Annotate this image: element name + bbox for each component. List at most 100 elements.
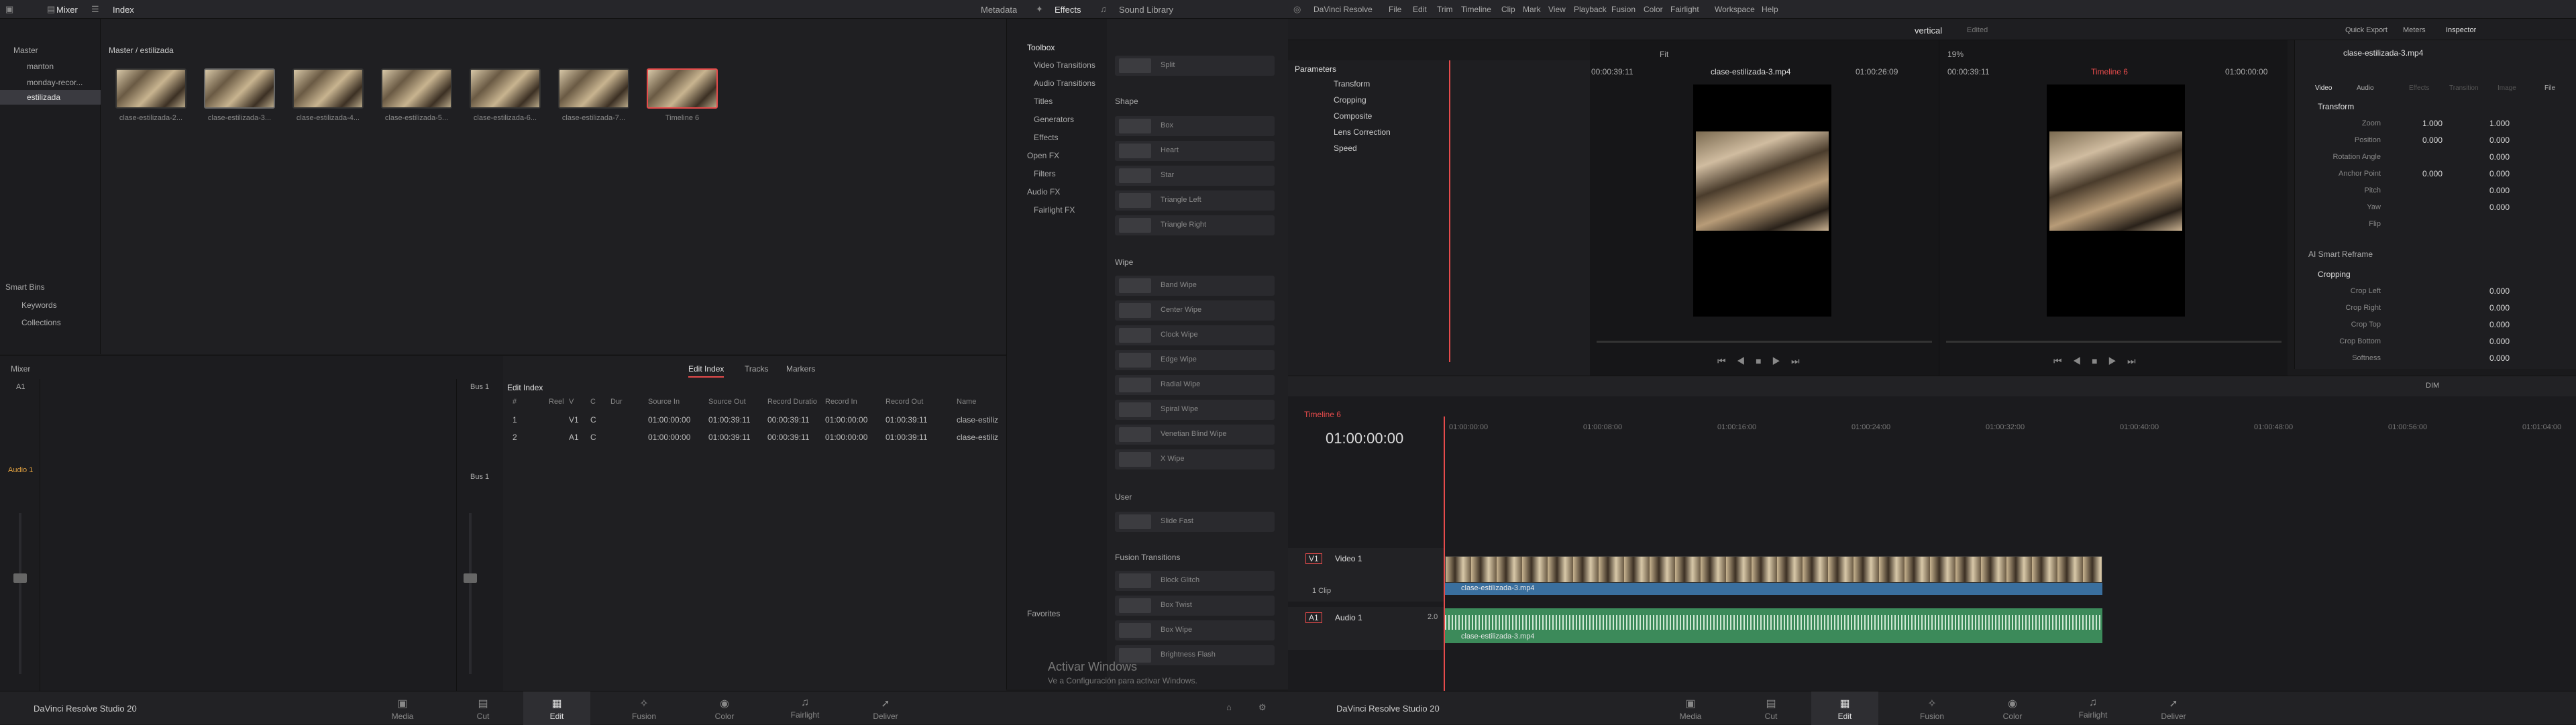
sound-library-icon[interactable]: ♫ bbox=[1100, 4, 1107, 14]
effect-item[interactable]: Box bbox=[1115, 116, 1275, 136]
tab-file[interactable]: File bbox=[2544, 85, 2555, 92]
effect-item[interactable]: Split bbox=[1115, 56, 1275, 76]
page-fairlight[interactable]: ♫ Fairlight bbox=[785, 697, 825, 720]
page-media[interactable]: ▣ Media bbox=[1670, 697, 1711, 721]
sound-library-toggle[interactable]: Sound Library bbox=[1119, 5, 1173, 15]
crop-bottom-value[interactable]: 0.000 bbox=[2469, 337, 2510, 346]
effect-item[interactable]: Edge Wipe bbox=[1115, 350, 1275, 370]
col-header[interactable]: Dur bbox=[610, 398, 623, 406]
tab-image[interactable]: Image bbox=[2498, 85, 2516, 92]
page-edit[interactable]: ▦ Edit bbox=[1811, 691, 1878, 725]
audio-clip[interactable]: clase-estilizada-3.mp4 bbox=[1445, 608, 2102, 643]
anchor-x[interactable]: 0.000 bbox=[2402, 169, 2443, 178]
section-transform[interactable]: Transform bbox=[2318, 102, 2354, 111]
clip-thumbnail[interactable] bbox=[204, 68, 275, 109]
col-header[interactable]: Source In bbox=[648, 398, 680, 406]
page-fairlight[interactable]: ♫ Fairlight bbox=[2073, 697, 2113, 720]
param-speed[interactable]: Speed bbox=[1334, 144, 1357, 153]
effect-item[interactable]: Triangle Left bbox=[1115, 190, 1275, 211]
toolbox-title[interactable]: Toolbox bbox=[1027, 43, 1055, 52]
bin-item[interactable]: monday-recor... bbox=[27, 78, 83, 87]
col-header[interactable]: # bbox=[513, 398, 517, 406]
menu-item[interactable]: Color bbox=[1644, 5, 1663, 14]
softness-value[interactable]: 0.000 bbox=[2469, 353, 2510, 363]
page-deliver[interactable]: ➚ Deliver bbox=[2153, 697, 2194, 721]
toolbox-item[interactable]: Titles bbox=[1034, 97, 1053, 106]
col-header[interactable]: Record Out bbox=[885, 398, 923, 406]
col-header[interactable]: Record Duratio bbox=[767, 398, 817, 406]
mixer-icon[interactable]: ▤ bbox=[47, 4, 55, 15]
page-cut[interactable]: ▤ Cut bbox=[1751, 697, 1791, 721]
metadata-toggle[interactable]: Metadata bbox=[981, 5, 1017, 15]
menu-item[interactable]: Trim bbox=[1437, 5, 1453, 14]
bin-item-selected[interactable]: estilizada bbox=[0, 90, 101, 105]
position-y[interactable]: 0.000 bbox=[2469, 135, 2510, 145]
effect-item[interactable]: Star bbox=[1115, 166, 1275, 186]
track-a1[interactable]: A1 bbox=[1305, 612, 1322, 623]
smart-bin-keywords[interactable]: Keywords bbox=[21, 300, 57, 310]
tab-markers[interactable]: Markers bbox=[786, 364, 815, 374]
tab-tracks[interactable]: Tracks bbox=[745, 364, 769, 374]
menu-item[interactable]: DaVinci Resolve bbox=[1313, 5, 1373, 14]
page-media[interactable]: ▣ Media bbox=[382, 697, 423, 721]
zoom-dropdown[interactable]: 19% bbox=[1947, 50, 1964, 59]
page-cut[interactable]: ▤ Cut bbox=[463, 697, 503, 721]
page-color[interactable]: ◉ Color bbox=[704, 697, 745, 721]
settings-icon[interactable]: ⚙ bbox=[1258, 702, 1267, 713]
menu-item[interactable]: Clip bbox=[1501, 5, 1515, 14]
timeline-tab[interactable]: Timeline 6 bbox=[1304, 410, 1341, 419]
toolbox-item[interactable]: Video Transitions bbox=[1034, 60, 1095, 70]
anchor-y[interactable]: 0.000 bbox=[2469, 169, 2510, 178]
tab-edit-index[interactable]: Edit Index bbox=[688, 364, 724, 378]
clip-thumbnail[interactable] bbox=[558, 68, 629, 109]
section-smart-reframe[interactable]: AI Smart Reframe bbox=[2308, 249, 2373, 259]
col-header[interactable]: Record In bbox=[825, 398, 857, 406]
keyframe-playhead[interactable] bbox=[1449, 60, 1450, 362]
program-frame[interactable] bbox=[2047, 85, 2185, 317]
zoom-x[interactable]: 1.000 bbox=[2402, 119, 2443, 128]
yaw-value[interactable]: 0.000 bbox=[2469, 203, 2510, 212]
rotation-value[interactable]: 0.000 bbox=[2469, 152, 2510, 162]
timeline-playhead[interactable] bbox=[1444, 416, 1445, 691]
page-fusion[interactable]: ✧ Fusion bbox=[624, 697, 664, 721]
crop-right-value[interactable]: 0.000 bbox=[2469, 303, 2510, 313]
toolbox-item[interactable]: Fairlight FX bbox=[1034, 205, 1075, 215]
quick-export-button[interactable]: Quick Export bbox=[2345, 26, 2387, 34]
clip-thumbnail[interactable] bbox=[381, 68, 452, 109]
crop-top-value[interactable]: 0.000 bbox=[2469, 320, 2510, 329]
tab-audio[interactable]: Audio bbox=[2357, 85, 2374, 92]
zoom-y[interactable]: 1.000 bbox=[2469, 119, 2510, 128]
effect-item[interactable]: Slide Fast bbox=[1115, 512, 1275, 532]
page-fusion[interactable]: ✧ Fusion bbox=[1912, 697, 1952, 721]
timeline-timecode[interactable]: 01:00:00:00 bbox=[1326, 430, 1403, 447]
track-v1[interactable]: V1 bbox=[1305, 553, 1322, 564]
page-deliver[interactable]: ➚ Deliver bbox=[865, 697, 906, 721]
param-lens-correction[interactable]: Lens Correction bbox=[1334, 127, 1391, 137]
menu-item[interactable]: Mark bbox=[1523, 5, 1541, 14]
effect-item[interactable]: Center Wipe bbox=[1115, 300, 1275, 321]
effect-item[interactable]: Box Wipe bbox=[1115, 620, 1275, 640]
tab-transition[interactable]: Transition bbox=[2449, 85, 2479, 92]
param-composite[interactable]: Composite bbox=[1334, 111, 1372, 121]
page-edit[interactable]: ▦ Edit bbox=[523, 691, 590, 725]
timeline-ruler[interactable]: 01:00:00:00 01:00:08:00 01:00:16:00 01:0… bbox=[1444, 422, 2576, 435]
col-header[interactable]: Source Out bbox=[708, 398, 746, 406]
fader-track[interactable] bbox=[469, 513, 472, 674]
menu-item[interactable]: File bbox=[1389, 5, 1401, 14]
video-clip-bar[interactable]: clase-estilizada-3.mp4 bbox=[1445, 583, 2102, 595]
menu-item[interactable]: Timeline bbox=[1461, 5, 1491, 14]
toolbox-item[interactable]: Filters bbox=[1034, 169, 1056, 178]
effect-item[interactable]: Venetian Blind Wipe bbox=[1115, 425, 1275, 445]
home-icon[interactable]: ⌂ bbox=[1226, 702, 1232, 712]
clip-thumbnail[interactable] bbox=[292, 68, 364, 109]
table-row[interactable]: 2 A1 C 01:00:00:00 01:00:39:11 00:00:39:… bbox=[503, 429, 1006, 446]
fit-dropdown[interactable]: Fit bbox=[1660, 50, 1668, 59]
col-header[interactable]: Name bbox=[957, 398, 976, 406]
pitch-value[interactable]: 0.000 bbox=[2469, 186, 2510, 195]
index-toggle[interactable]: Index bbox=[113, 5, 134, 15]
timeline-thumbnail[interactable] bbox=[647, 68, 718, 109]
effect-item[interactable]: Triangle Right bbox=[1115, 215, 1275, 235]
clip-thumbnail[interactable] bbox=[470, 68, 541, 109]
source-frame[interactable] bbox=[1693, 85, 1831, 317]
effect-item[interactable]: X Wipe bbox=[1115, 449, 1275, 469]
